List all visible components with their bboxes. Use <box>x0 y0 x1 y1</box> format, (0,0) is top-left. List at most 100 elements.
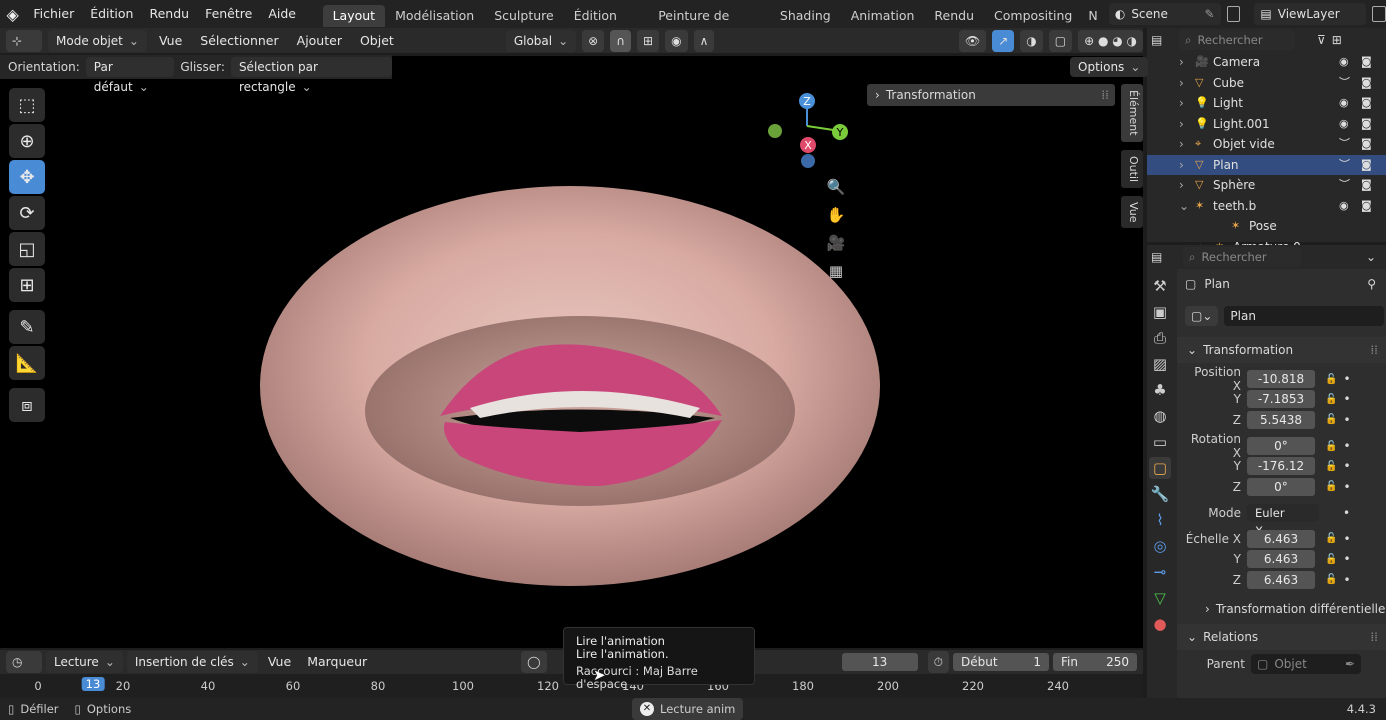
outliner-item[interactable]: › 🎥 Camera ◉ ◙ <box>1147 52 1386 73</box>
pan-hand-icon[interactable]: ✋ <box>825 204 847 226</box>
menu-render[interactable]: Rendu <box>141 0 197 28</box>
tab-animation[interactable]: Animation <box>841 5 925 27</box>
shading-modes-icon[interactable]: ⊕ ● ◕ ◑ <box>1078 29 1143 52</box>
transform-orientation-dropdown[interactable]: Global <box>505 29 577 52</box>
constraints-tab-icon[interactable]: ⊸ <box>1149 561 1171 583</box>
menu-help[interactable]: Aide <box>260 0 304 28</box>
visibility-eye-icon[interactable]: ◉ <box>1339 196 1349 217</box>
keyframe-dot-icon[interactable]: • <box>1343 459 1350 473</box>
scene-tab-icon[interactable]: ♣ <box>1149 379 1171 401</box>
outliner-item[interactable]: › ▽ Sphère ︶ ◙ <box>1147 175 1386 196</box>
xray-icon[interactable]: ▢ <box>1048 29 1073 52</box>
render-camera-icon[interactable]: ◙ <box>1361 73 1372 94</box>
keyframe-dot-icon[interactable]: • <box>1343 392 1350 406</box>
pin-icon[interactable]: ⚲ <box>1367 277 1376 291</box>
lock-icon[interactable]: 🔓 <box>1325 554 1337 565</box>
gizmo-neg-z[interactable] <box>801 154 815 168</box>
tab-texture-paint[interactable]: Peinture de texture <box>648 5 770 45</box>
properties-search[interactable]: ⌕ Rechercher <box>1183 247 1301 267</box>
rot-z-field[interactable]: 0° <box>1247 477 1315 496</box>
filter-icon[interactable]: ⊽ <box>1317 33 1326 47</box>
drag-handle-icon[interactable]: ⁞⁞ <box>1370 343 1378 357</box>
collection-tab-icon[interactable]: ▭ <box>1149 431 1171 453</box>
pos-z-field[interactable]: 5.5438 <box>1247 410 1315 429</box>
visibility-eye-icon[interactable]: ︶ <box>1339 134 1350 155</box>
playback-dropdown[interactable]: Lecture <box>46 651 123 673</box>
editor-type-icon[interactable]: ▤ <box>1151 250 1177 264</box>
3d-viewport[interactable]: ⬚ ⊕ ✥ ⟳ ◱ ⊞ ✎ 📐 ⧈ Z Y X 🔍 ✋ 🎥 ▦ › Transfo… <box>0 56 1143 648</box>
new-viewlayer-icon[interactable] <box>1372 6 1386 22</box>
transform-icon[interactable]: ⊞ <box>9 268 45 302</box>
lock-icon[interactable]: 🔓 <box>1325 374 1337 385</box>
grid-ortho-icon[interactable]: ▦ <box>825 260 847 282</box>
menu-view[interactable]: Vue <box>153 28 188 53</box>
orientation-dropdown[interactable]: Par défaut <box>85 57 175 94</box>
particles-tab-icon[interactable]: ⌇ <box>1149 509 1171 531</box>
menu-add[interactable]: Ajouter <box>291 28 348 53</box>
timeline-view-menu[interactable]: Vue <box>262 650 297 674</box>
tab-view[interactable]: Vue <box>1121 195 1143 229</box>
stopwatch-icon[interactable]: ⏱ <box>927 651 949 673</box>
keyframe-dot-icon[interactable]: • <box>1343 506 1350 520</box>
tab-sculpting[interactable]: Sculpture <box>484 5 564 27</box>
close-icon[interactable]: ✕ <box>640 702 654 716</box>
snap-icon[interactable]: ∩ <box>610 29 632 52</box>
chevron-right-icon[interactable]: › <box>1179 134 1184 155</box>
annotate-icon[interactable]: ✎ <box>9 310 45 344</box>
render-camera-icon[interactable]: ◙ <box>1361 114 1372 135</box>
falloff-icon[interactable]: ∧ <box>693 29 715 52</box>
menu-file[interactable]: Fichier <box>25 0 82 28</box>
keying-dropdown[interactable]: Insertion de clés <box>126 651 258 673</box>
physics-tab-icon[interactable]: ◎ <box>1149 535 1171 557</box>
playhead-current-frame[interactable]: 13 <box>81 677 105 691</box>
relations-header[interactable]: ⌄ Relations ⁞⁞ <box>1177 623 1386 650</box>
timeline-marker-menu[interactable]: Marqueur <box>301 650 373 674</box>
tab-tool[interactable]: Outil <box>1121 149 1143 188</box>
outliner-item[interactable]: › ▽ Plan ︶ ◙ <box>1147 154 1386 176</box>
rotate-icon[interactable]: ⟳ <box>9 196 45 230</box>
visibility-icon[interactable]: 👁 <box>958 29 987 52</box>
proportional-edit-icon[interactable]: ◉ <box>665 29 688 52</box>
outliner-item[interactable]: ✶ Pose <box>1147 216 1386 237</box>
outliner-item[interactable]: › 💡 Light ◉ ◙ <box>1147 93 1386 114</box>
snap-target-icon[interactable]: ⊞ <box>637 29 660 52</box>
visibility-eye-icon[interactable]: ︶ <box>1339 155 1350 176</box>
drag-dropdown[interactable]: Sélection par rectangle <box>230 57 392 94</box>
outliner-search[interactable]: ⌕ Rechercher <box>1179 30 1295 50</box>
scale-x-field[interactable]: 6.463 <box>1247 529 1315 548</box>
mode-dropdown[interactable]: Mode objet <box>48 29 147 52</box>
gizmo-neg-y[interactable] <box>768 124 782 138</box>
pos-x-field[interactable]: -10.818 <box>1247 370 1315 389</box>
view-layer-tab-icon[interactable]: ▨ <box>1149 353 1171 375</box>
tab-modeling[interactable]: Modélisation <box>385 5 484 27</box>
tab-compositing[interactable]: Compositing <box>984 5 1082 27</box>
visibility-eye-icon[interactable]: ◉ <box>1339 52 1349 73</box>
keyframe-dot-icon[interactable]: • <box>1343 480 1350 494</box>
add-cube-icon[interactable]: ⧈ <box>9 388 45 422</box>
chevron-right-icon[interactable]: › <box>1179 73 1184 94</box>
outliner-item[interactable]: ⌄ ✶ teeth.b ◉ ◙ <box>1147 196 1386 217</box>
material-tab-icon[interactable]: ● <box>1149 613 1171 635</box>
zoom-icon[interactable]: 🔍 <box>825 176 847 198</box>
keyframe-dot-icon[interactable]: • <box>1343 413 1350 427</box>
transform-section-header[interactable]: ⌄ Transformation ⁞⁞ <box>1177 337 1386 363</box>
menu-select[interactable]: Sélectionner <box>194 28 284 53</box>
render-camera-icon[interactable]: ◙ <box>1361 155 1372 176</box>
end-frame-field[interactable]: Fin 250 <box>1053 653 1137 671</box>
tool-tab-icon[interactable]: ⚒ <box>1149 275 1171 297</box>
render-camera-icon[interactable]: ◙ <box>1361 52 1372 73</box>
visibility-eye-icon[interactable]: ︶ <box>1339 73 1350 94</box>
chevron-right-icon[interactable]: › <box>1179 114 1184 135</box>
data-tab-icon[interactable]: ▽ <box>1149 587 1171 609</box>
render-camera-icon[interactable]: ◙ <box>1361 175 1372 196</box>
lock-icon[interactable]: 🔓 <box>1325 481 1337 492</box>
outliner-item[interactable]: › ⌖ Objet vide ︶ ◙ <box>1147 134 1386 155</box>
tab-item[interactable]: Élément <box>1121 84 1143 142</box>
pin-icon[interactable]: ✎ <box>1205 4 1215 24</box>
menu-window[interactable]: Fenêtre <box>197 0 260 28</box>
lock-icon[interactable]: 🔓 <box>1325 574 1337 585</box>
visibility-eye-icon[interactable]: ◉ <box>1339 114 1349 135</box>
chevron-down-icon[interactable]: ⌄ <box>1366 250 1376 264</box>
cursor-icon[interactable]: ⊕ <box>9 124 45 158</box>
output-tab-icon[interactable]: ⎙ <box>1149 327 1171 349</box>
